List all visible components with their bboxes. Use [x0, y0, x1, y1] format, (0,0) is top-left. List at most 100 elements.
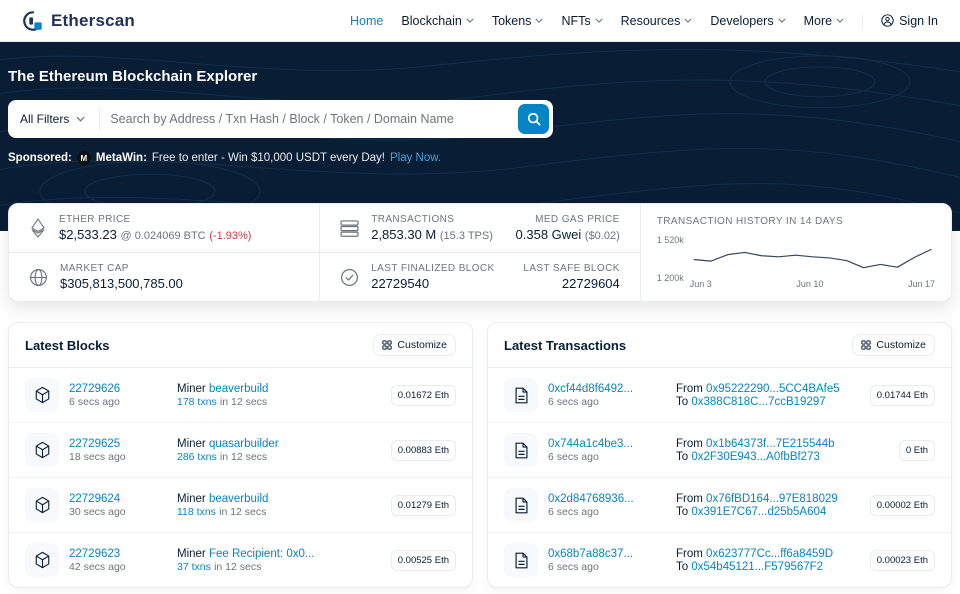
nav-blockchain[interactable]: Blockchain: [401, 14, 474, 28]
to-address-link[interactable]: 0x2F30E943...A0fbBf273: [691, 451, 820, 463]
ethereum-icon: [29, 218, 47, 238]
nav-resources[interactable]: Resources: [621, 14, 693, 28]
miner-link[interactable]: Fee Recipient: 0x0...: [209, 548, 314, 560]
block-cube-icon: [25, 433, 59, 467]
block-row: 22729625 18 secs ago Miner quasarbuilder…: [9, 422, 472, 477]
block-number-link[interactable]: 22729626: [69, 383, 120, 395]
txns-customize-button[interactable]: Customize: [852, 334, 935, 356]
txn-age: 6 secs ago: [548, 505, 599, 518]
search-icon: [527, 112, 540, 126]
market-cap-value[interactable]: $305,813,500,785.00: [60, 276, 183, 291]
chart-y-axis: 1 520k 1 200k: [657, 233, 684, 293]
txn-value-badge: 0.00002 Eth: [869, 494, 935, 516]
med-gas-usd: ($0.02): [584, 230, 620, 242]
customize-label: Customize: [876, 339, 926, 351]
blocks-customize-button[interactable]: Customize: [373, 334, 456, 356]
block-txns-link[interactable]: 118 txns: [177, 506, 216, 518]
block-time: in 12 secs: [219, 505, 267, 518]
to-label: To: [676, 450, 689, 463]
from-address-link[interactable]: 0x623777Cc...ff6a8459D: [706, 548, 833, 560]
chevron-down-icon: [595, 18, 603, 23]
customize-label: Customize: [397, 339, 447, 351]
txn-age: 6 secs ago: [548, 395, 599, 408]
last-safe-value[interactable]: 22729604: [523, 276, 620, 291]
block-number-link[interactable]: 22729625: [69, 438, 126, 450]
to-label: To: [676, 505, 689, 518]
page-title: The Ethereum Blockchain Explorer: [8, 68, 258, 85]
to-address-link[interactable]: 0x391E7C67...d25b5A604: [691, 506, 826, 518]
block-time: in 12 secs: [219, 395, 268, 408]
txn-hash-link[interactable]: 0x744a1c4be3...: [548, 438, 633, 450]
block-age: 6 secs ago: [69, 395, 120, 408]
nav-nfts-label: NFTs: [561, 13, 591, 28]
transactions-gas-stats: TRANSACTIONS 2,853.30 M (15.3 TPS) MED G…: [320, 204, 640, 252]
latest-blocks-title: Latest Blocks: [25, 337, 110, 353]
chart-title: TRANSACTION HISTORY IN 14 DAYS: [656, 216, 844, 227]
miner-link[interactable]: beaverbuild: [209, 493, 268, 505]
block-cube-icon: [25, 488, 59, 522]
from-label: From: [676, 547, 703, 560]
block-txns-link[interactable]: 37 txns: [177, 561, 211, 573]
main-nav: Home Blockchain Tokens NFTs Resources De…: [350, 13, 938, 28]
nav-tokens[interactable]: Tokens: [492, 14, 544, 28]
ether-price-value[interactable]: $2,533.23: [59, 227, 117, 242]
transactions-value[interactable]: 2,853.30 M: [371, 227, 436, 242]
all-filters-label: All Filters: [20, 112, 70, 126]
last-finalized-value[interactable]: 22729540: [371, 276, 494, 291]
y-tick-bottom: 1 200k: [656, 273, 684, 283]
nav-developers-label: Developers: [710, 13, 774, 28]
from-address-link[interactable]: 0x1b64373f...7E215544b: [706, 438, 835, 450]
transaction-doc-icon: [504, 543, 538, 577]
transaction-doc-icon: [504, 433, 538, 467]
search-input[interactable]: [100, 112, 518, 126]
play-now-link[interactable]: Play Now.: [390, 152, 441, 164]
to-address-link[interactable]: 0x54b45121...F579567F2: [691, 561, 823, 573]
block-txns-link[interactable]: 178 txns: [177, 396, 217, 408]
all-filters-dropdown[interactable]: All Filters: [8, 107, 101, 131]
miner-link[interactable]: beaverbuild: [209, 383, 268, 395]
block-time: in 12 secs: [214, 560, 262, 573]
latest-transactions-title: Latest Transactions: [504, 337, 627, 353]
search-bar: All Filters: [8, 100, 553, 138]
block-time: in 12 secs: [219, 450, 268, 463]
ether-price-btc: @ 0.024069 BTC: [120, 230, 206, 242]
etherscan-logo[interactable]: Etherscan: [22, 10, 135, 32]
miner-link[interactable]: quasarbuilder: [209, 438, 279, 450]
sparkline-chart: [693, 248, 932, 269]
market-cap-stat: MARKET CAP $305,813,500,785.00: [9, 252, 320, 301]
block-reward-badge: 0.01279 Eth: [390, 494, 456, 516]
block-number-link[interactable]: 22729624: [69, 493, 126, 505]
med-gas-value[interactable]: 0.358 Gwei: [516, 227, 582, 242]
miner-label: Miner: [177, 382, 206, 395]
sponsored-label: Sponsored:: [8, 152, 72, 164]
txn-hash-link[interactable]: 0x2d84768936...: [548, 493, 634, 505]
txn-hash-link[interactable]: 0x68b7a88c37...: [548, 548, 633, 560]
chevron-down-icon: [777, 18, 786, 23]
block-cube-icon: [25, 378, 59, 412]
x-tick-1: Jun 10: [796, 279, 824, 289]
chevron-down-icon: [836, 18, 844, 23]
block-age: 42 secs ago: [69, 560, 126, 573]
search-button[interactable]: [518, 104, 549, 134]
block-row: 22729624 30 secs ago Miner beaverbuild 1…: [9, 477, 472, 532]
network-stats-card: ETHER PRICE $2,533.23 @ 0.024069 BTC (-1…: [8, 203, 952, 302]
nav-home[interactable]: Home: [350, 14, 383, 28]
user-icon: [881, 14, 894, 27]
chevron-down-icon: [466, 18, 474, 23]
to-address-link[interactable]: 0x388C818C...7ccB19297: [691, 396, 825, 408]
nav-developers[interactable]: Developers: [710, 13, 786, 28]
from-label: From: [676, 437, 703, 450]
nav-divider: [862, 13, 864, 28]
from-address-link[interactable]: 0x76fBD164...97E818029: [706, 493, 838, 505]
sign-in-button[interactable]: Sign In: [881, 14, 938, 28]
from-address-link[interactable]: 0x95222290...5CC4BAfe5: [706, 383, 840, 395]
nav-more[interactable]: More: [804, 14, 844, 28]
block-txns-link[interactable]: 286 txns: [177, 451, 217, 463]
block-reward-badge: 0.00525 Eth: [390, 549, 456, 571]
nav-resources-label: Resources: [620, 13, 681, 28]
block-number-link[interactable]: 22729623: [69, 548, 126, 560]
nav-nfts[interactable]: NFTs: [561, 13, 603, 28]
globe-icon: [29, 268, 48, 287]
stats-section: ETHER PRICE $2,533.23 @ 0.024069 BTC (-1…: [0, 203, 960, 302]
txn-hash-link[interactable]: 0xcf44d8f6492...: [548, 383, 633, 395]
